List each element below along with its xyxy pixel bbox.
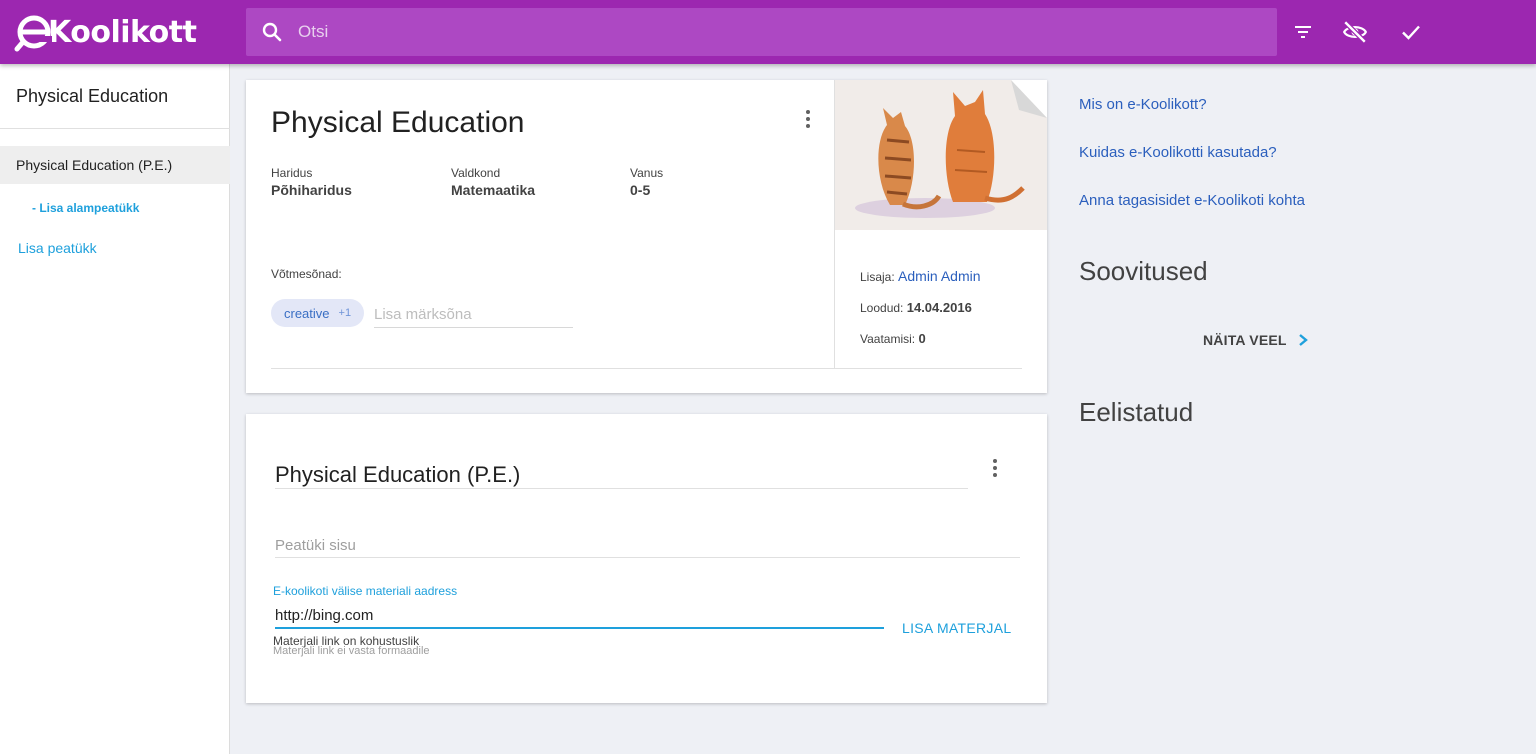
material-thumbnail[interactable] [835,80,1047,230]
meta-label: Valdkond [451,166,501,180]
add-material-button[interactable]: LISA MATERJAL [902,620,1011,636]
meta-value: 0-5 [630,182,651,198]
filter-button[interactable] [1287,16,1319,48]
chapter-card: Physical Education (P.E.) E-koolikoti vä… [246,414,1047,703]
search-input[interactable] [298,8,1258,56]
chapter-title[interactable]: Physical Education (P.E.) [275,462,520,488]
meta-label: Vanus [630,166,664,180]
created-value: 14.04.2016 [906,300,972,315]
views-label: Vaatamisi: [860,332,916,346]
more-vert-icon [993,459,997,463]
sidebar-item-chapter[interactable]: Physical Education (P.E.) [0,146,230,184]
add-chapter-link[interactable]: Lisa peatükk [18,240,97,256]
meta-education: Haridus Põhiharidus [271,166,352,198]
created-label: Loodud: [860,301,904,315]
chip-count: +1 [338,307,352,319]
featured-heading: Eelistatud [1079,397,1194,427]
material-url-input[interactable] [275,603,884,629]
keyword-input[interactable] [374,302,573,328]
sidebar-item-label: Physical Education (P.E.) [16,157,173,173]
confirm-button[interactable] [1395,16,1427,48]
recommendations-heading: Soovitused [1079,256,1208,286]
more-options-button[interactable] [798,107,818,131]
chevron-right-icon [1298,334,1308,346]
divider [271,368,1022,369]
top-app-bar: Koolikott [0,0,1536,64]
added-by-label: Lisaja: [860,270,895,284]
check-icon [1402,25,1420,40]
material-card: Physical Education Haridus Põhiharidus V… [246,80,1047,393]
about-link[interactable]: Mis on e-Koolikott? [1079,96,1207,113]
chapter-more-button[interactable] [985,456,1005,480]
sidebar-title[interactable]: Physical Education [16,86,168,107]
search-icon [262,22,282,42]
meta-label: Haridus [271,166,313,180]
logo[interactable]: Koolikott [14,12,197,52]
meta-value: Põhiharidus [271,182,352,198]
search-bar[interactable] [246,8,1277,56]
sidebar: Physical Education Physical Education (P… [0,64,230,754]
howto-link[interactable]: Kuidas e-Koolikotti kasutada? [1079,144,1277,161]
hide-button[interactable] [1339,16,1371,48]
views-value: 0 [918,331,926,346]
keyword-chip[interactable]: creative +1 [271,299,365,327]
url-field-label: E-koolikoti välise materiali aadress [273,584,458,598]
cats-illustration [835,80,1047,230]
visibility-off-icon [1342,20,1368,44]
meta-domain: Valdkond Matemaatika [451,166,535,198]
chip-text: creative [284,305,330,321]
show-more-label: NÄITA VEEL [1203,332,1287,348]
keywords-label: Võtmesõnad: [271,267,342,281]
logo-e-icon [14,15,52,52]
added-by-row: Lisaja: Admin Admin [860,268,981,284]
more-vert-icon [806,110,810,114]
meta-value: Matemaatika [451,182,536,198]
material-title: Physical Education [271,106,525,139]
created-row: Loodud: 14.04.2016 [860,300,972,315]
chapter-content-input[interactable] [275,534,1020,558]
filter-icon [1295,26,1311,38]
show-more-button[interactable]: NÄITA VEEL [1203,332,1309,348]
author-link[interactable]: Admin Admin [898,268,980,284]
feedback-link[interactable]: Anna tagasisidet e-Koolikoti kohta [1079,192,1305,209]
divider [0,128,230,129]
meta-age: Vanus 0-5 [630,166,663,198]
add-subchapter-link[interactable]: - Lisa alampeatükk [32,201,139,215]
divider [275,488,968,489]
url-format-hint: Materjali link ei vasta formaadile [273,645,430,657]
views-row: Vaatamisi: 0 [860,331,926,346]
logo-text: Koolikott [48,14,197,50]
